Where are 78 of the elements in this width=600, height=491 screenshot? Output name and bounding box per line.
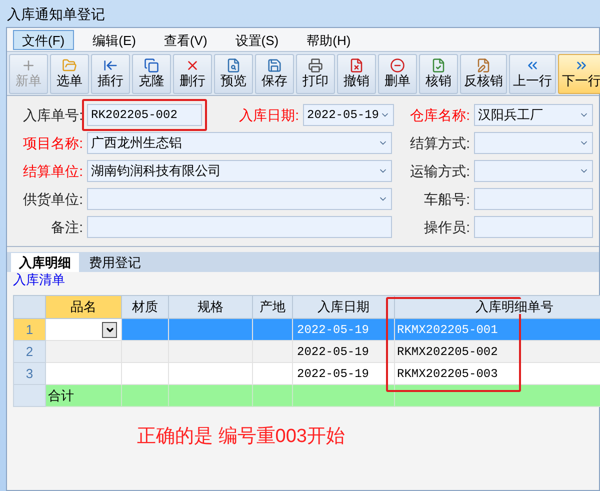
dropdown-field[interactable] <box>87 188 392 210</box>
table-cell: RKMX202205-003 <box>394 362 600 384</box>
menu-item[interactable]: 编辑(E) <box>84 30 145 50</box>
toolbar-icon <box>103 58 118 73</box>
table-cell: 2022-05-19 <box>292 362 394 384</box>
toolbar-button[interactable]: 反核销 <box>460 54 507 94</box>
dropdown-field[interactable]: 2022-05-19 <box>303 104 394 126</box>
table-cell <box>122 340 168 362</box>
menu-item[interactable]: 帮助(H) <box>298 30 360 50</box>
field-label: 入库单号: <box>22 106 83 124</box>
field-label: 备注: <box>50 218 83 236</box>
toolbar-button[interactable]: 打印 <box>296 54 335 94</box>
row-number[interactable]: 2 <box>14 340 46 362</box>
column-header[interactable]: 品名 <box>46 296 122 318</box>
toolbar-button[interactable]: 保存 <box>255 54 294 94</box>
field-label: 供货单位: <box>22 190 83 208</box>
toolbar-button[interactable]: 预览 <box>214 54 253 94</box>
toolbar-icon <box>62 58 77 73</box>
table-cell: 2022-05-19 <box>292 318 394 340</box>
group-title: 入库清单 <box>13 272 66 288</box>
table-cell: 2022-05-19 <box>292 340 394 362</box>
annotation-text: 正确的是 编号重003开始 <box>137 425 346 449</box>
table-cell: RKMX202205-001 <box>394 318 600 340</box>
toolbar-icon <box>226 58 241 73</box>
field-label: 运输方式: <box>409 162 470 180</box>
menu-item[interactable]: 设置(S) <box>226 30 288 50</box>
tab[interactable]: 费用登记 <box>81 253 149 272</box>
toolbar-icon <box>390 58 405 73</box>
menu-item[interactable]: 文件(F) <box>13 30 74 50</box>
field-label: 结算单位: <box>22 162 83 180</box>
field-label: 入库日期: <box>238 106 299 124</box>
toolbar-button[interactable]: 核销 <box>419 54 458 94</box>
table-cell <box>252 318 292 340</box>
column-header[interactable]: 入库日期 <box>292 296 394 318</box>
input-field[interactable] <box>87 216 392 238</box>
dropdown-field[interactable]: 湖南钧润科技有限公司 <box>87 160 392 182</box>
toolbar-button[interactable]: 插行 <box>91 54 130 94</box>
row-number[interactable]: 3 <box>14 362 46 384</box>
toolbar-icon <box>308 58 323 73</box>
input-field[interactable] <box>474 188 593 210</box>
dropdown-field[interactable] <box>474 132 593 154</box>
corner-cell <box>14 296 46 318</box>
field-label: 项目名称: <box>22 134 83 152</box>
toolbar-icon <box>476 58 491 73</box>
table-cell: RKMX202205-002 <box>394 340 600 362</box>
toolbar-icon <box>349 58 364 73</box>
toolbar-button[interactable]: 撤销 <box>337 54 376 94</box>
toolbar-icon <box>431 58 446 73</box>
table-cell <box>252 340 292 362</box>
dropdown-button[interactable] <box>102 322 117 338</box>
menu-item[interactable]: 查看(V) <box>154 30 216 50</box>
toolbar-icon <box>185 58 200 73</box>
field-label: 仓库名称: <box>409 106 470 124</box>
dropdown-field[interactable] <box>474 160 593 182</box>
table-cell <box>252 362 292 384</box>
toolbar-icon <box>21 58 36 73</box>
field-label: 车船号: <box>423 190 470 208</box>
field-label: 结算方式: <box>409 134 470 152</box>
toolbar-icon <box>144 58 159 73</box>
total-label: 合计 <box>46 384 122 406</box>
table-cell <box>122 362 168 384</box>
input-field[interactable] <box>474 216 593 238</box>
dropdown-field[interactable]: 广西龙州生态铝 <box>87 132 392 154</box>
toolbar-button[interactable]: 选单 <box>50 54 89 94</box>
column-header[interactable]: 规格 <box>168 296 252 318</box>
toolbar-button[interactable]: 删行 <box>173 54 212 94</box>
column-header[interactable]: 材质 <box>122 296 168 318</box>
input-field[interactable]: RK202205-002 <box>87 104 202 126</box>
toolbar-icon <box>267 58 282 73</box>
column-header[interactable]: 产地 <box>252 296 292 318</box>
toolbar-button[interactable]: 删单 <box>378 54 417 94</box>
toolbar-button[interactable]: 上一行 <box>509 54 556 94</box>
window-title: 入库通知单登记 <box>7 5 105 24</box>
field-label: 操作员: <box>423 218 470 236</box>
tab[interactable]: 入库明细 <box>11 253 79 272</box>
column-header[interactable]: 入库明细单号 <box>394 296 600 318</box>
toolbar-button[interactable]: 克隆 <box>132 54 171 94</box>
dropdown-field[interactable]: 汉阳兵工厂 <box>474 104 593 126</box>
